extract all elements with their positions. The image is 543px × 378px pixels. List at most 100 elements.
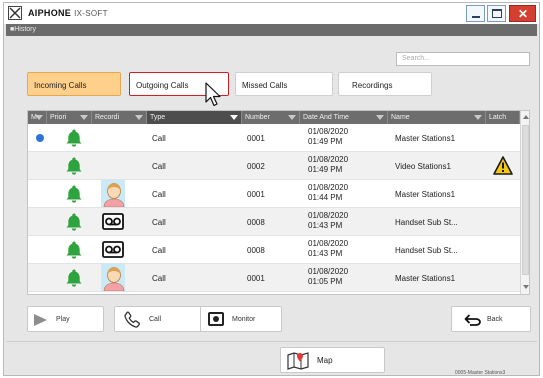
tab-recordings[interactable]: Recordings <box>338 72 432 96</box>
column-header-number[interactable]: Number <box>242 111 300 124</box>
warning-icon <box>493 156 513 175</box>
column-label: Priori <box>50 114 67 121</box>
table-row[interactable]: Call 0002 01/08/2020 01:49 PM Video Stati… <box>28 152 520 180</box>
recording-cell[interactable] <box>101 208 125 236</box>
column-header-type[interactable]: Type <box>147 111 242 124</box>
close-icon: ✕ <box>518 7 529 21</box>
call-button[interactable]: Call <box>114 306 202 332</box>
tab-incoming-calls[interactable]: Incoming Calls <box>27 72 121 96</box>
table-row[interactable]: Call 0008 01/08/2020 01:43 PM Handset Sub… <box>28 208 520 236</box>
current-station-label: 0005-Master Stations3 <box>455 370 506 376</box>
date-time-cell: 01/08/2020 01:44 PM <box>308 180 386 208</box>
sort-arrow-icon <box>288 115 296 120</box>
sort-arrow-icon <box>135 115 143 120</box>
sort-arrow-icon <box>474 115 482 120</box>
column-header-mark[interactable]: M <box>28 111 47 124</box>
bell-icon <box>66 129 82 147</box>
date-text: 01/08/2020 <box>308 267 349 276</box>
minimize-icon <box>472 16 480 18</box>
name-cell: Handset Sub St... <box>395 218 458 227</box>
back-button[interactable]: Back <box>451 306 531 332</box>
minimize-button[interactable] <box>466 5 485 22</box>
table-row[interactable]: Call 0001 01/08/2020 01:49 PM Master Stat… <box>28 124 520 152</box>
column-label: Type <box>150 114 166 121</box>
sort-arrow-icon <box>35 115 43 120</box>
monitor-camera-icon <box>208 312 224 326</box>
priority-cell <box>64 152 84 180</box>
map-button[interactable]: Map <box>280 347 385 373</box>
play-button[interactable]: Play <box>27 306 104 332</box>
table-scrollbar[interactable] <box>520 111 529 294</box>
column-header-priority[interactable]: Priori <box>47 111 92 124</box>
map-label: Map <box>317 356 333 365</box>
date-text: 01/08/2020 <box>308 155 349 164</box>
person-snapshot-icon <box>101 180 125 208</box>
number-cell: 0001 <box>247 134 265 143</box>
search-input[interactable]: Search... <box>396 52 530 66</box>
voicemail-tape-icon <box>102 213 124 230</box>
column-header-name[interactable]: Name <box>388 111 486 124</box>
date-text: 01/08/2020 <box>308 239 349 248</box>
divider <box>6 341 537 342</box>
bell-icon <box>66 269 82 287</box>
app-brand: AIPHONE <box>28 8 72 18</box>
monitor-button[interactable]: Monitor <box>200 306 282 332</box>
play-icon <box>34 314 47 326</box>
column-label: Recordi <box>95 114 120 121</box>
unread-dot-icon <box>36 134 44 142</box>
column-header-recording[interactable]: Recordi <box>92 111 147 124</box>
time-text: 01:44 PM <box>308 193 343 202</box>
title-bar: AIPHONE IX-SOFT ✕ <box>4 3 539 24</box>
voicemail-tape-icon <box>102 241 124 258</box>
column-header-latch[interactable]: Latch <box>486 111 520 124</box>
recording-cell[interactable] <box>101 180 125 208</box>
tab-missed-calls[interactable]: Missed Calls <box>235 72 333 96</box>
time-text: 01:49 PM <box>308 137 343 146</box>
number-cell: 0002 <box>247 162 265 171</box>
mouse-cursor-icon <box>205 82 221 107</box>
priority-cell <box>64 208 84 236</box>
type-cell: Call <box>152 218 166 227</box>
back-label: Back <box>487 316 503 323</box>
name-cell: Video Stations1 <box>395 162 451 171</box>
scroll-up-arrow-icon[interactable] <box>523 115 529 119</box>
table-row[interactable]: Call 0008 01/08/2020 01:43 PM Handset Sub… <box>28 236 520 264</box>
latch-cell <box>491 152 513 180</box>
time-text: 01:05 PM <box>308 277 343 286</box>
type-cell: Call <box>152 246 166 255</box>
bell-icon <box>66 157 82 175</box>
play-label: Play <box>56 316 70 323</box>
scroll-down-arrow-icon[interactable] <box>523 285 529 289</box>
monitor-label: Monitor <box>232 316 256 323</box>
column-header-date-time[interactable]: Date And Time <box>300 111 388 124</box>
map-icon <box>287 352 309 370</box>
type-cell: Call <box>152 190 166 199</box>
bell-icon <box>66 185 82 203</box>
type-cell: Call <box>152 274 166 283</box>
back-arrow-icon <box>464 314 481 326</box>
app-product: IX-SOFT <box>74 9 108 18</box>
date-text: 01/08/2020 <box>308 183 349 192</box>
name-cell: Handset Sub St... <box>395 246 458 255</box>
maximize-icon <box>492 9 502 18</box>
recording-cell[interactable] <box>101 236 125 264</box>
person-snapshot-icon <box>101 264 125 292</box>
sort-arrow-icon <box>80 115 88 120</box>
history-header: ■History <box>6 24 537 36</box>
number-cell: 0001 <box>247 274 265 283</box>
time-text: 01:49 PM <box>308 165 343 174</box>
unread-indicator <box>28 124 44 152</box>
bell-icon <box>66 241 82 259</box>
name-cell: Master Stations1 <box>395 190 456 199</box>
table-row[interactable]: Call 0001 01/08/2020 01:44 PM Master Stat… <box>28 180 520 208</box>
column-label: Name <box>391 114 410 121</box>
sort-arrow-icon <box>230 115 238 120</box>
time-text: 01:43 PM <box>308 221 343 230</box>
bell-icon <box>66 213 82 231</box>
scrollbar-thumb[interactable] <box>522 125 529 275</box>
close-button[interactable]: ✕ <box>509 5 536 22</box>
date-text: 01/08/2020 <box>308 127 349 136</box>
maximize-button[interactable] <box>487 5 506 22</box>
table-row[interactable]: Call 0001 01/08/2020 01:05 PM Master Stat… <box>28 264 520 292</box>
recording-cell[interactable] <box>101 264 125 292</box>
